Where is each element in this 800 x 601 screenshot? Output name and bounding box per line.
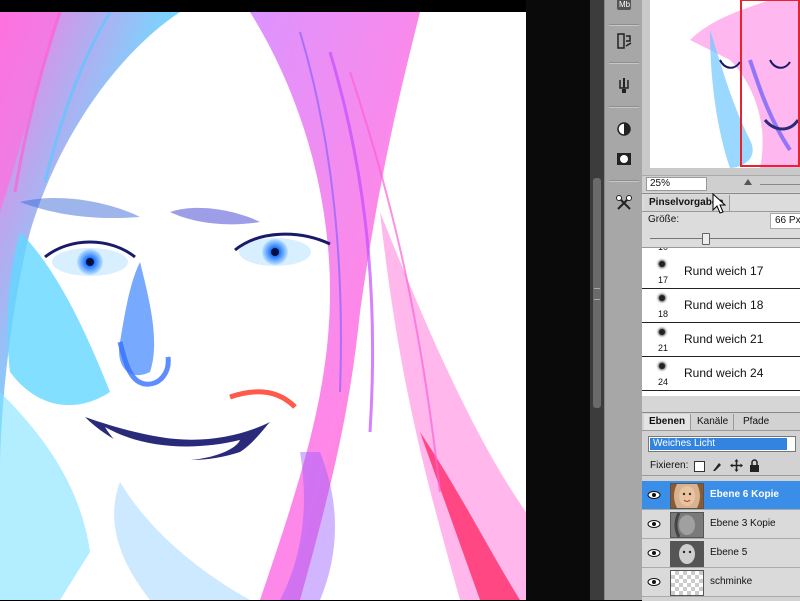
navigator-preview[interactable]: [650, 0, 800, 168]
scrollbar-grip-icon: [594, 288, 600, 300]
layer-name: schminke: [710, 576, 753, 587]
layer-name: Ebene 3 Kopie: [710, 518, 776, 529]
tab-channels[interactable]: Kanäle: [692, 414, 735, 430]
visibility-eye-icon[interactable]: [646, 574, 662, 590]
layers-panel: Ebenen Kanäle Pfade Weiches Licht Fixier…: [642, 412, 800, 601]
brush-presets-icon[interactable]: [612, 74, 636, 96]
list-item[interactable]: 18 Rund weich 18: [642, 289, 800, 323]
blend-mode-select[interactable]: Weiches Licht: [648, 436, 796, 452]
brush-presets-panel: Pinselvorgaben Größe: 66 Px 10 17 Rund w…: [642, 193, 800, 396]
list-item[interactable]: 21 Rund weich 21: [642, 323, 800, 357]
adjustments-icon[interactable]: [612, 118, 636, 140]
size-slider-knob[interactable]: [702, 233, 710, 245]
lock-position-icon[interactable]: [730, 459, 743, 472]
panel-icon-strip: Mb: [604, 0, 643, 600]
navigator-zoom-bar: 25%: [642, 175, 800, 192]
layer-thumbnail: [670, 512, 704, 538]
brush-tip-icon: [659, 329, 665, 335]
brush-list[interactable]: 10 17 Rund weich 17 18 Rund weich 18 21 …: [642, 247, 800, 396]
portrait-image: [0, 12, 526, 600]
tab-paths[interactable]: Pfade: [738, 414, 774, 430]
mini-bridge-icon[interactable]: Mb: [612, 0, 636, 14]
zoom-slider[interactable]: [760, 184, 800, 185]
brush-tip-icon: [659, 261, 665, 267]
size-slider-track[interactable]: [650, 238, 800, 239]
visibility-eye-icon[interactable]: [646, 487, 662, 503]
svg-text:Mb: Mb: [619, 0, 631, 9]
layer-thumbnail: [670, 483, 704, 509]
visibility-eye-icon[interactable]: [646, 545, 662, 561]
visibility-eye-icon[interactable]: [646, 516, 662, 532]
layer-row[interactable]: schminke: [642, 568, 800, 597]
masks-icon[interactable]: [612, 148, 636, 170]
panel-dock: 25% Pinselvorgaben Größe: 66 Px 10 17 Ru…: [642, 0, 800, 601]
brush-tip-icon: [659, 363, 665, 369]
layer-row[interactable]: Ebene 5: [642, 539, 800, 568]
document-canvas[interactable]: [0, 12, 526, 600]
zoom-input[interactable]: 25%: [646, 177, 707, 191]
list-item[interactable]: 17 Rund weich 17: [642, 255, 800, 289]
lock-pixels-icon[interactable]: [711, 460, 723, 472]
history-icon[interactable]: [612, 30, 636, 52]
canvas-gutter: [526, 0, 590, 600]
blend-mode-value: Weiches Licht: [650, 438, 787, 450]
layer-name: Ebene 5: [710, 547, 748, 558]
navigator-panel: 25%: [642, 0, 800, 192]
clone-source-icon[interactable]: [612, 192, 636, 214]
layer-thumbnail: [670, 570, 704, 596]
vertical-scrollbar[interactable]: [590, 0, 604, 600]
zoom-out-icon[interactable]: [744, 179, 752, 185]
size-label: Größe:: [648, 214, 680, 225]
layer-row[interactable]: Ebene 6 Kopie: [642, 481, 800, 510]
list-item[interactable]: 24 Rund weich 24: [642, 357, 800, 391]
layer-name: Ebene 6 Kopie: [710, 489, 779, 500]
size-input[interactable]: 66 Px: [770, 213, 800, 229]
lock-label: Fixieren:: [650, 460, 689, 471]
lock-all-icon[interactable]: [749, 459, 760, 472]
layer-thumbnail: [670, 541, 704, 567]
lock-transparency-icon[interactable]: [694, 461, 705, 472]
mouse-cursor-icon: [712, 193, 726, 214]
tab-layers[interactable]: Ebenen: [644, 414, 692, 430]
layer-row[interactable]: Ebene 3 Kopie: [642, 510, 800, 539]
brush-tip-icon: [659, 295, 665, 301]
lock-row: Fixieren:: [642, 457, 800, 476]
